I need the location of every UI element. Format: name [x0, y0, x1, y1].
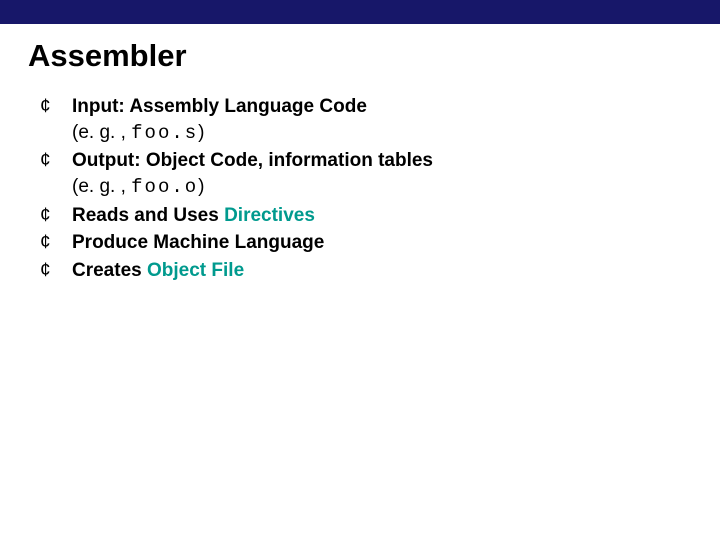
- list-item: Creates Object File: [34, 258, 720, 284]
- list-item: Produce Machine Language: [34, 230, 720, 256]
- item-highlight: Object File: [147, 260, 244, 281]
- item-lead: Produce Machine Language: [72, 232, 324, 253]
- eg-code: foo.o: [131, 176, 198, 198]
- eg-suffix: ): [198, 176, 204, 197]
- eg-prefix: (e. g. ,: [72, 176, 131, 197]
- header-bar: [0, 0, 720, 24]
- item-example: (e. g. , foo.s): [72, 122, 204, 143]
- list-item: Reads and Uses Directives: [34, 203, 720, 229]
- list-item: Output: Object Code, information tables …: [34, 148, 720, 200]
- item-example: (e. g. , foo.o): [72, 176, 204, 197]
- bullet-list: Input: Assembly Language Code (e. g. , f…: [34, 94, 720, 283]
- item-lead: Output: Object Code, information tables: [72, 150, 433, 171]
- item-lead: Input: Assembly Language Code: [72, 96, 367, 117]
- item-lead: Reads and Uses: [72, 205, 224, 226]
- eg-prefix: (e. g. ,: [72, 122, 131, 143]
- eg-code: foo.s: [131, 122, 198, 144]
- item-highlight: Directives: [224, 205, 315, 226]
- list-item: Input: Assembly Language Code (e. g. , f…: [34, 94, 720, 146]
- eg-suffix: ): [198, 122, 204, 143]
- item-lead: Creates: [72, 260, 147, 281]
- slide-title: Assembler: [0, 24, 720, 74]
- content-area: Input: Assembly Language Code (e. g. , f…: [0, 74, 720, 283]
